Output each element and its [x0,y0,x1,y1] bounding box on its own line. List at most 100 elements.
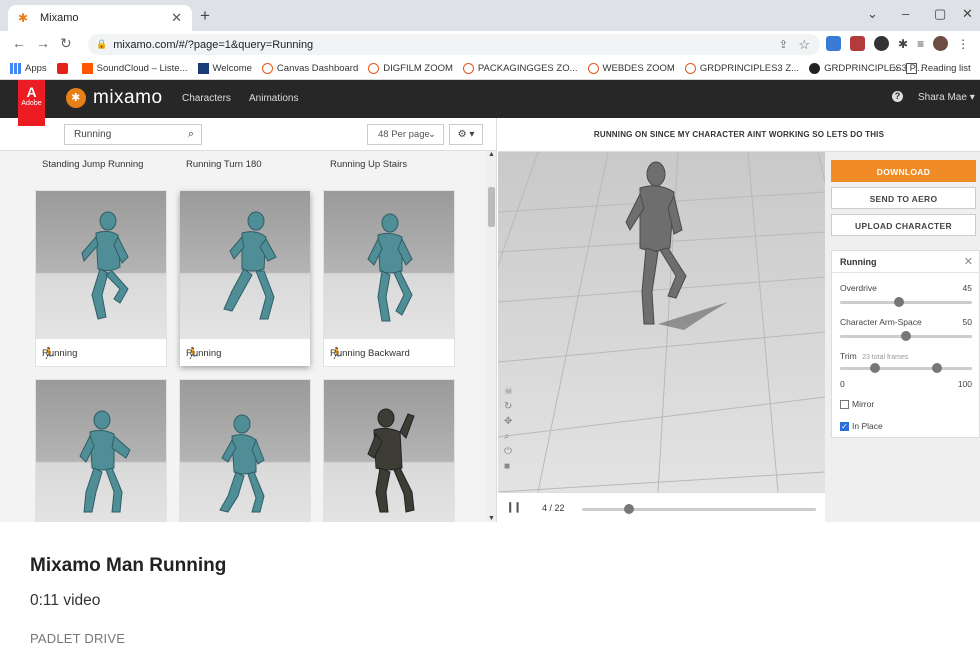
bookmarks-bar: Apps SoundCloud – Liste... Welcome Canva… [0,58,980,80]
scroll-up-icon[interactable]: ▲ [488,151,495,158]
animation-thumbnail [36,380,166,522]
zoom-icon[interactable]: ⌕ [504,431,513,442]
bookmarks-overflow-icon[interactable]: » [893,63,899,74]
arm-space-slider[interactable] [840,331,972,341]
card-label[interactable]: Running Up Stairs [330,159,407,170]
profile-avatar[interactable] [933,36,949,51]
tab-close-icon[interactable]: ✕ [171,10,182,26]
trim-start-knob[interactable] [870,363,880,373]
forward-icon[interactable]: → [36,35,50,51]
pause-icon[interactable]: ❙❙ [506,502,522,513]
timeline-slider[interactable] [582,504,816,514]
bookmark-grdprinciples-zoom[interactable]: GRDPRINCIPLES3 Z... [684,63,799,74]
reading-list[interactable]: Reading list [906,63,971,74]
skull-icon[interactable]: ☠ [504,386,513,397]
reload-icon[interactable]: ↻ [60,35,72,52]
timeline-knob[interactable] [623,504,634,514]
welcome-icon [197,63,209,74]
close-window-button[interactable]: ✕ [962,6,973,22]
card-label: Running Backward [330,348,410,359]
browser-tab[interactable]: ✱ Mixamo ✕ [8,5,192,31]
per-page-select[interactable]: 48 Per page ⌄ [367,124,444,145]
slider-knob[interactable] [901,331,911,341]
menu-kebab-icon[interactable]: ⋮ [957,37,969,51]
url-field[interactable]: 🔒 mixamo.com/#/?page=1&query=Running ⇪ ☆ [88,34,820,55]
in-place-checkbox[interactable]: ✓ In Place [840,421,883,431]
mixamo-logo[interactable]: ✱ mixamo [66,87,163,109]
caption-title: Mixamo Man Running [30,555,227,576]
canvas-icon [684,63,696,74]
share-icon[interactable]: ⇪ [779,38,788,51]
send-to-aero-button[interactable]: SEND TO AERO [831,187,976,209]
arm-space-value: 50 [962,317,972,327]
camera-icon[interactable]: ■ [504,461,513,472]
search-input[interactable]: Running ⌕ [64,124,202,145]
card-label[interactable]: Running Turn 180 [186,159,262,170]
power-icon[interactable]: ⏻ [504,446,513,457]
bookmark-welcome[interactable]: Welcome [197,63,252,74]
playlist-icon[interactable]: ≡ [917,37,924,51]
adobe-logo[interactable]: A Adobe [18,80,45,126]
bookmark-webdes[interactable]: WEBDES ZOOM [587,63,675,74]
youtube-icon [56,63,68,74]
nav-characters[interactable]: Characters [182,93,231,104]
nav-animations[interactable]: Animations [249,93,298,104]
upload-character-button[interactable]: UPLOAD CHARACTER [831,214,976,236]
tab-search-chevron-icon[interactable]: ⌄ [867,6,878,22]
apps-grid-icon [10,63,21,74]
maximize-button[interactable]: ▢ [934,6,946,22]
animation-card-selected[interactable]: 🏃 Running [180,191,310,366]
back-icon[interactable]: ← [12,35,26,51]
extension-icon[interactable] [850,36,865,51]
frame-counter: 4 / 22 [542,503,565,513]
trim-end-knob[interactable] [932,363,942,373]
slider-knob[interactable] [894,297,905,307]
viewport-toolbar: ☠ ↻ ✥ ⌕ ⏻ ■ [504,386,513,472]
bookmark-packaging[interactable]: PACKAGINGGES ZO... [462,63,578,74]
card-label[interactable]: Standing Jump Running [42,159,143,170]
mirror-checkbox[interactable]: Mirror [840,399,874,409]
puzzle-icon[interactable]: ✱ [898,37,908,51]
help-icon[interactable]: ? [892,91,903,102]
rotate-icon[interactable]: ↻ [504,401,513,412]
settings-gear-button[interactable]: ⚙ ▾ [449,124,483,145]
tab-title: Mixamo [40,12,79,24]
bookmark-digfilm[interactable]: DIGFILM ZOOM [368,63,453,74]
scrollbar-thumb[interactable] [488,187,495,227]
animation-card[interactable]: 🏃 Running Backward [324,191,454,366]
bookmark-star-icon[interactable]: ☆ [798,37,810,53]
close-icon[interactable]: ✕ [964,255,973,268]
3d-viewport[interactable] [498,152,825,492]
user-menu[interactable]: Shara Mae ▾ [918,92,975,103]
animation-settings: Running ✕ Overdrive 45 Character Arm-Spa… [831,250,980,438]
checkbox-icon: ✓ [840,421,849,431]
extension-icon[interactable] [874,36,889,51]
right-panel: DOWNLOAD SEND TO AERO UPLOAD CHARACTER R… [825,152,980,522]
extension-icon[interactable] [826,36,841,51]
animation-card[interactable]: 🏃 [180,380,310,522]
bookmark-canvas-dashboard[interactable]: Canvas Dashboard [261,63,358,74]
animation-card[interactable]: 🏃 [324,380,454,522]
pan-icon[interactable]: ✥ [504,416,513,427]
animation-thumbnail [180,191,310,339]
trim-slider[interactable] [840,363,972,373]
overdrive-slider[interactable] [840,297,972,307]
settings-header: Running ✕ [832,251,980,273]
trim-row: Trim 23 total frames [840,351,909,361]
minimize-button[interactable]: – [902,6,909,21]
animation-card[interactable]: 🏃 [36,380,166,522]
bookmark-soundcloud[interactable]: SoundCloud – Liste... [81,63,188,74]
animation-card[interactable]: 🏃 Running [36,191,166,366]
bookmark-youtube[interactable] [56,63,72,74]
animation-list-panel: Running ⌕ 48 Per page ⌄ ⚙ ▾ Standing Jum… [0,118,497,522]
new-tab-button[interactable]: + [200,6,210,26]
scroll-down-icon[interactable]: ▼ [488,515,495,522]
search-icon[interactable]: ⌕ [188,125,194,144]
canvas-icon [462,63,474,74]
chevron-down-icon: ⌄ [428,129,436,140]
settings-title: Running [840,257,877,267]
bookmark-apps[interactable]: Apps [10,63,47,74]
download-button[interactable]: DOWNLOAD [831,160,976,182]
trim-range-labels: 0 100 [840,379,972,389]
list-scrollbar[interactable]: ▲ ▼ [486,151,496,522]
